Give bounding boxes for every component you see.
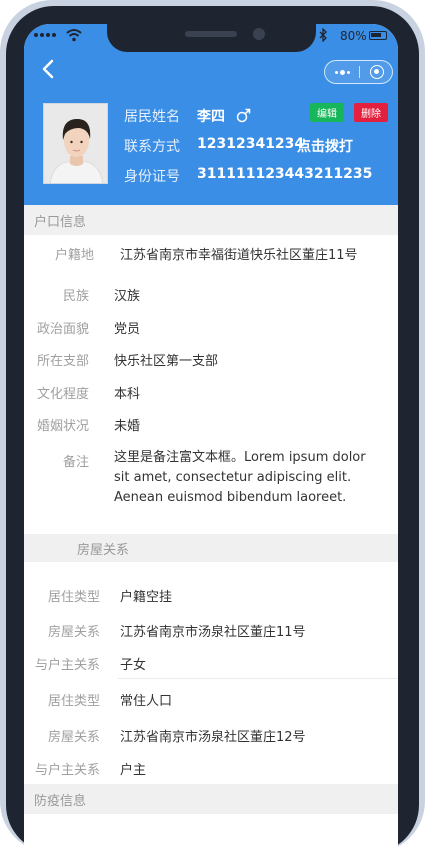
delete-button[interactable]: 删除 [354, 103, 388, 122]
remark-text: 这里是备注富文本框。Lorem ipsum dolor sit amet, co… [114, 450, 366, 505]
target-close-icon[interactable] [361, 61, 392, 83]
app-screen: 80% 居民姓名 李四 编辑 删除 联系方式 12312341234 点击拨打 … [24, 24, 398, 853]
field-label: 与户主关系 [34, 763, 100, 778]
field-value: 江苏省南京市汤泉社区董庄11号 [120, 625, 306, 640]
capsule-divider [359, 66, 360, 78]
field-label: 户籍地 [54, 248, 94, 263]
field-label: 民族 [62, 289, 89, 304]
field-value: 常住人口 [120, 694, 173, 709]
field-label: 房屋关系 [47, 625, 100, 640]
id-number: 311111123443211235 [197, 166, 373, 182]
field-label: 居住类型 [47, 590, 100, 605]
signal-icon [34, 33, 56, 37]
field-value: 党员 [114, 322, 141, 337]
phone-number[interactable]: 12312341234 [197, 136, 304, 152]
edit-button[interactable]: 编辑 [310, 103, 344, 122]
wifi-icon [66, 29, 82, 42]
field-label: 居住类型 [47, 694, 100, 709]
miniprogram-capsule [324, 60, 393, 84]
resident-name: 李四 [197, 109, 225, 125]
id-label: 身份证号 [124, 169, 180, 185]
field-label: 房屋关系 [47, 730, 100, 745]
field-value: 未婚 [114, 419, 141, 434]
field-value: 子女 [120, 658, 147, 673]
remark-label: 备注 [62, 455, 89, 470]
housing-section-title: 房屋关系 [24, 534, 398, 562]
battery-percent: 80% [340, 29, 367, 43]
male-icon [236, 108, 251, 123]
phone-label: 联系方式 [124, 139, 180, 155]
field-label: 与户主关系 [34, 658, 100, 673]
name-label: 居民姓名 [124, 109, 180, 125]
field-value: 汉族 [114, 289, 141, 304]
call-link[interactable]: 点击拨打 [297, 136, 353, 156]
field-value: 本科 [114, 387, 141, 402]
field-value: 江苏省南京市汤泉社区董庄12号 [120, 730, 306, 745]
record-divider [118, 678, 398, 679]
bluetooth-icon [319, 28, 327, 42]
field-value: 户籍空挂 [120, 590, 173, 605]
epidemic-section-title: 防疫信息 [24, 784, 398, 814]
battery-icon [369, 31, 387, 40]
field-value: 快乐社区第一支部 [114, 354, 219, 369]
back-button[interactable] [38, 58, 60, 80]
device-notch [107, 24, 316, 52]
household-section-title: 户口信息 [24, 205, 398, 235]
field-value: 户主 [120, 763, 147, 778]
field-label: 所在支部 [36, 354, 89, 369]
field-label: 政治面貌 [36, 322, 89, 337]
field-label: 婚姻状况 [36, 419, 89, 434]
field-label: 文化程度 [36, 387, 89, 402]
field-value: 江苏省南京市幸福街道快乐社区董庄11号 [120, 248, 358, 263]
avatar [43, 103, 108, 184]
more-dots-icon[interactable] [325, 61, 359, 83]
